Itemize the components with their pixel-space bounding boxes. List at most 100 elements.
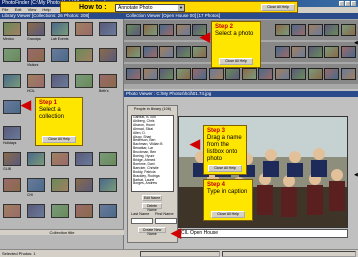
collection-thumbnail[interactable] xyxy=(27,48,45,62)
photo-thumbnail[interactable] xyxy=(126,68,141,80)
collection-thumbnail-caption: HCIL xyxy=(27,89,35,93)
photo-thumbnail[interactable] xyxy=(159,68,174,80)
collection-side-arrow-icon[interactable]: ◀ xyxy=(354,40,358,50)
photo-thumbnail[interactable] xyxy=(258,68,273,80)
library-header: Library Viewer [Collections: 26 Photos: … xyxy=(0,13,124,19)
status-selected-photos: Selected Photos: 1 xyxy=(2,251,36,256)
caption-field[interactable]: CIL Open House xyxy=(178,229,348,238)
minimize-icon[interactable] xyxy=(339,1,344,6)
menu-file[interactable]: File xyxy=(2,7,8,12)
collection-title-bar[interactable]: Collection title xyxy=(0,229,124,235)
photo-thumbnail[interactable] xyxy=(225,68,240,80)
viewer-side-arrow-icon[interactable]: ◀ xyxy=(354,172,358,182)
collection-thumbnail[interactable] xyxy=(99,48,117,62)
photo-thumbnail[interactable] xyxy=(307,24,323,36)
photo-thumbnail[interactable] xyxy=(175,46,191,58)
first-name-field[interactable] xyxy=(155,218,177,224)
step4-close-button[interactable]: Close All Help xyxy=(211,211,245,218)
person-list-item[interactable]: Borges, Andrew xyxy=(132,182,173,186)
photo-thumbnail[interactable] xyxy=(142,68,158,80)
collection-thumbnail[interactable] xyxy=(51,22,69,36)
photo-thumbnail[interactable] xyxy=(274,46,290,58)
step2-close-button[interactable]: Close All Help xyxy=(219,58,253,65)
edit-name-button[interactable]: Edit Name xyxy=(142,195,162,201)
howto-select[interactable]: Annotate Photo ▼ xyxy=(115,4,185,12)
photo-thumbnail[interactable] xyxy=(126,24,141,36)
photo-thumbnail[interactable] xyxy=(274,24,290,36)
photo-thumbnail[interactable] xyxy=(175,68,191,80)
collection-thumbnail[interactable] xyxy=(3,152,21,166)
collection-thumbnail[interactable] xyxy=(3,22,21,36)
step1-close-button[interactable]: Close All Help xyxy=(42,136,76,143)
collection-thumbnail[interactable] xyxy=(75,22,93,36)
collection-thumbnail[interactable] xyxy=(99,204,117,218)
howto-selected-value: Annotate Photo xyxy=(118,5,153,11)
collection-thumbnail[interactable] xyxy=(51,48,69,62)
photo-thumbnail[interactable] xyxy=(307,68,323,80)
photo-thumbnail[interactable] xyxy=(340,24,356,36)
maximize-icon[interactable] xyxy=(345,1,350,6)
collection-thumbnail[interactable] xyxy=(51,74,69,88)
photo-thumbnail[interactable] xyxy=(159,24,174,36)
close-all-help-button[interactable]: Close All Help xyxy=(261,4,295,11)
step4-title: Step 4 xyxy=(207,182,226,188)
collection-thumbnail[interactable] xyxy=(75,74,93,88)
status-cell xyxy=(222,251,356,257)
last-name-field[interactable] xyxy=(131,218,153,224)
collection-thumbnail[interactable] xyxy=(3,74,21,88)
create-new-name-button[interactable]: Create New Name xyxy=(138,227,166,236)
photo-thumbnail[interactable] xyxy=(324,24,339,36)
collection-thumbnail[interactable] xyxy=(3,126,21,140)
photo-thumbnail[interactable] xyxy=(192,46,207,58)
collection-thumbnail-caption: Holidays xyxy=(3,141,17,145)
collection-thumbnail[interactable] xyxy=(3,178,21,192)
collection-thumbnail[interactable] xyxy=(3,204,21,218)
collection-thumbnail[interactable] xyxy=(27,74,45,88)
people-listbox[interactable]: Garbutt, B. con Ahlberg, Chris Aharon, Hoo… xyxy=(131,115,174,192)
photo-thumbnail[interactable] xyxy=(126,46,141,58)
collection-thumbnail[interactable] xyxy=(75,204,93,218)
photo-thumbnail[interactable] xyxy=(142,24,158,36)
photo-thumbnail[interactable] xyxy=(208,68,224,80)
photo-thumbnail[interactable] xyxy=(291,24,306,36)
collection-thumbnail[interactable] xyxy=(75,178,93,192)
collection-thumbnail[interactable] xyxy=(99,22,117,36)
collection-thumbnail[interactable] xyxy=(27,204,45,218)
collection-thumbnail[interactable] xyxy=(27,152,45,166)
collection-thumbnail[interactable] xyxy=(51,178,69,192)
photo-thumbnail[interactable] xyxy=(324,68,339,80)
photo-thumbnail[interactable] xyxy=(142,46,158,58)
menu-view[interactable]: View xyxy=(28,7,37,12)
collection-header: Collection Viewer [Open House 00] [17 Ph… xyxy=(124,13,358,19)
collection-thumbnail[interactable] xyxy=(27,22,45,36)
collection-thumbnail[interactable] xyxy=(51,204,69,218)
photo-thumbnail[interactable] xyxy=(291,46,306,58)
photo-thumbnail[interactable] xyxy=(340,68,356,80)
photo-thumbnail[interactable] xyxy=(274,68,290,80)
collection-thumbnail[interactable] xyxy=(99,178,117,192)
menu-help[interactable]: Help xyxy=(42,7,50,12)
collection-thumbnail[interactable] xyxy=(99,152,117,166)
photo-thumbnail[interactable] xyxy=(192,68,207,80)
collection-thumbnail[interactable] xyxy=(3,48,21,62)
first-name-label: First Name xyxy=(155,212,174,216)
chevron-down-icon[interactable]: ▼ xyxy=(178,5,184,11)
photo-thumbnail[interactable] xyxy=(175,24,191,36)
photo-thumbnail[interactable] xyxy=(241,68,257,80)
delete-name-button[interactable]: Delete Name xyxy=(142,203,162,212)
photo-thumbnail[interactable] xyxy=(159,46,174,58)
collection-thumbnail[interactable] xyxy=(75,48,93,62)
step3-close-button[interactable]: Close All Help xyxy=(208,165,242,172)
collection-thumbnail[interactable] xyxy=(99,74,117,88)
collection-thumbnail[interactable] xyxy=(3,100,21,114)
collection-thumbnail-caption: GLIB xyxy=(3,167,11,171)
collection-thumbnail[interactable] xyxy=(51,152,69,166)
photo-thumbnail[interactable] xyxy=(324,46,339,58)
menu-edit[interactable]: Edit xyxy=(15,7,22,12)
photo-thumbnail[interactable] xyxy=(307,46,323,58)
collection-thumbnail[interactable] xyxy=(27,178,45,192)
close-icon[interactable] xyxy=(351,1,356,6)
collection-thumbnail[interactable] xyxy=(75,152,93,166)
photo-thumbnail[interactable] xyxy=(291,68,306,80)
step2-arrow-icon: ◀ xyxy=(200,29,210,44)
